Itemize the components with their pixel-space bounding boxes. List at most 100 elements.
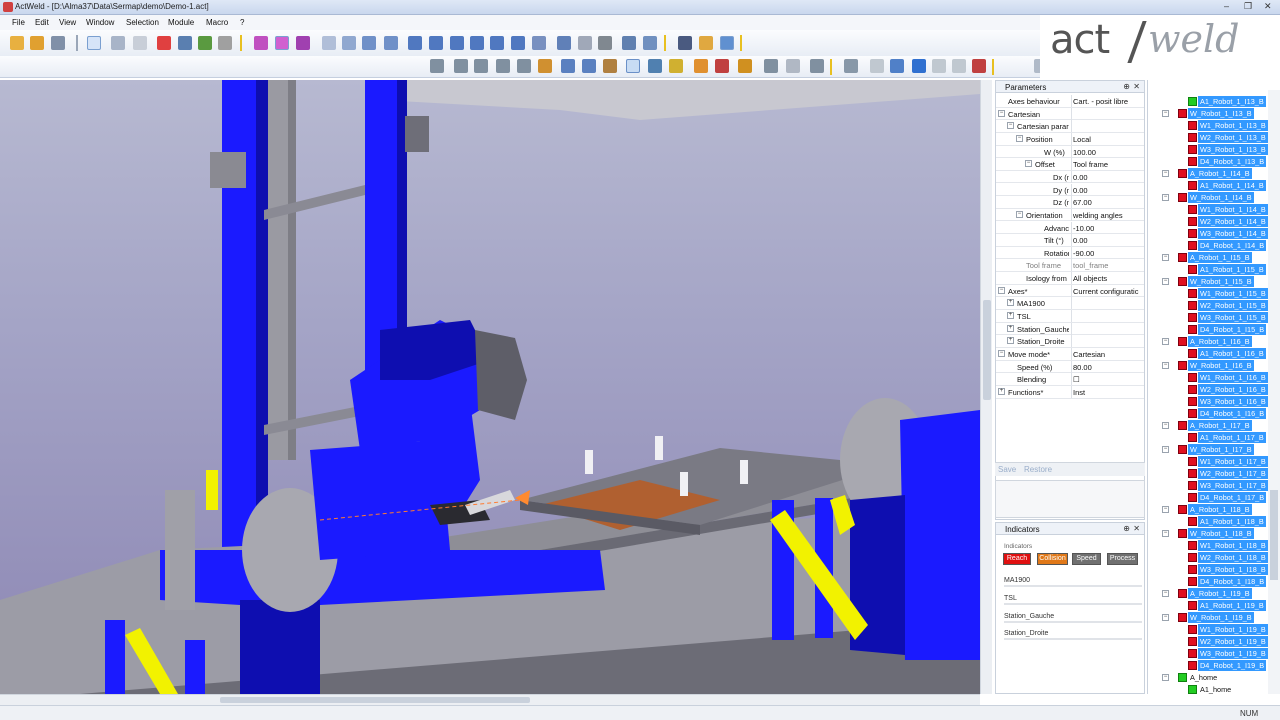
render-mode-icon[interactable] <box>254 36 268 50</box>
save-button[interactable]: Save <box>998 465 1016 474</box>
tree-node-label[interactable]: A1_Robot_1_I18_B <box>1198 516 1266 527</box>
expand-icon[interactable]: + <box>1007 312 1014 320</box>
collapse-icon[interactable]: − <box>1162 362 1169 369</box>
tree-node-label[interactable]: W3_Robot_1_I16_B <box>1198 396 1268 407</box>
parameter-value[interactable]: 0.00 <box>1073 236 1143 245</box>
parameter-row[interactable]: + Functions* Inst <box>996 385 1144 399</box>
tree-node-label[interactable]: W2_Robot_1_I19_B <box>1198 636 1268 647</box>
collapse-icon[interactable]: − <box>1162 278 1169 285</box>
parameter-value[interactable]: 0.00 <box>1073 186 1143 195</box>
collapse-icon[interactable]: − <box>1162 254 1169 261</box>
tree-node[interactable]: A1_home <box>1148 684 1273 694</box>
view-right-icon[interactable] <box>470 36 484 50</box>
view-bottom-icon[interactable] <box>511 36 525 50</box>
collapse-icon[interactable]: − <box>1162 446 1169 453</box>
shading-icon[interactable] <box>275 36 289 50</box>
tree-node[interactable]: A1_Robot_1_I19_B <box>1148 600 1273 611</box>
parameter-value[interactable]: Inst <box>1073 388 1143 397</box>
pan-icon[interactable] <box>342 36 356 50</box>
select-arrow-icon[interactable] <box>87 36 101 50</box>
tree-node-label[interactable]: W3_Robot_1_I13_B <box>1198 144 1268 155</box>
parameter-value[interactable]: Cart. - posit libre <box>1073 97 1143 106</box>
tree-node-label[interactable]: W3_Robot_1_I15_B <box>1198 312 1268 323</box>
parameter-row[interactable]: Tool frame tool_frame <box>996 259 1144 273</box>
menu-view[interactable]: View <box>59 18 76 27</box>
parameter-value[interactable]: -10.00 <box>1073 224 1143 233</box>
menu-module[interactable]: Module <box>168 18 194 27</box>
tree-node[interactable]: − A_Robot_1_I16_B <box>1148 336 1273 347</box>
parameter-value[interactable]: tool_frame <box>1073 261 1143 270</box>
tree-node-label[interactable]: A1_Robot_1_I13_B <box>1198 96 1266 107</box>
close-button[interactable]: ✕ <box>1264 1 1272 12</box>
tree-node[interactable]: A1_Robot_1_I17_B <box>1148 432 1273 443</box>
view-back-icon[interactable] <box>429 36 443 50</box>
tree-node-label[interactable]: W2_Robot_1_I15_B <box>1198 300 1268 311</box>
tree-node[interactable]: W3_Robot_1_I18_B <box>1148 564 1273 575</box>
parameter-row[interactable]: − Cartesian parar <box>996 120 1144 133</box>
tree-node[interactable]: − A_Robot_1_I14_B <box>1148 168 1273 179</box>
collapse-icon[interactable]: − <box>1162 110 1169 117</box>
insert-point-icon[interactable] <box>496 59 510 73</box>
tree-node-label[interactable]: A_Robot_1_I17_B <box>1188 420 1252 431</box>
tree-node[interactable]: A1_Robot_1_I13_B <box>1148 96 1273 107</box>
collapse-icon[interactable]: − <box>1162 530 1169 537</box>
step-icon[interactable] <box>952 59 966 73</box>
menu-file[interactable]: File <box>12 18 25 27</box>
close-icon[interactable]: ✕ <box>1133 524 1140 533</box>
tree-node-label[interactable]: W_Robot_1_I15_B <box>1188 276 1254 287</box>
move-point-icon[interactable] <box>517 59 531 73</box>
parameter-row[interactable]: Blending ☐ <box>996 373 1144 386</box>
collapse-icon[interactable]: − <box>1162 422 1169 429</box>
view-top-icon[interactable] <box>490 36 504 50</box>
indent-icon[interactable] <box>474 59 488 73</box>
tree-node-label[interactable]: A1_home <box>1198 684 1233 694</box>
tree-node-label[interactable]: W1_Robot_1_I19_B <box>1198 624 1268 635</box>
align-icon[interactable] <box>764 59 778 73</box>
parameter-row[interactable]: Advance (-10.00 <box>996 221 1144 235</box>
grid-icon[interactable] <box>720 36 734 50</box>
tree-node[interactable]: D4_Robot_1_I19_B <box>1148 660 1273 671</box>
tree-node-label[interactable]: D4_Robot_1_I17_B <box>1198 492 1267 503</box>
tree-node[interactable]: − W_Robot_1_I15_B <box>1148 276 1273 287</box>
restore-button[interactable]: Restore <box>1024 465 1052 474</box>
tree-node-label[interactable]: D4_Robot_1_I13_B <box>1198 156 1267 167</box>
tree-node[interactable]: − A_Robot_1_I19_B <box>1148 588 1273 599</box>
zoom-window-icon[interactable] <box>578 36 592 50</box>
parameter-row[interactable]: + TSL <box>996 310 1144 323</box>
tree-node[interactable]: D4_Robot_1_I13_B <box>1148 156 1273 167</box>
parameter-row[interactable]: Dy (mm 0.00 <box>996 183 1144 197</box>
tree-node-label[interactable]: W2_Robot_1_I13_B <box>1198 132 1268 143</box>
scroll-thumb[interactable] <box>220 697 530 703</box>
tree-node-label[interactable]: W3_Robot_1_I14_B <box>1198 228 1268 239</box>
undo-icon[interactable] <box>111 36 125 50</box>
tree-node-label[interactable]: A1_Robot_1_I16_B <box>1198 348 1266 359</box>
parameter-row[interactable]: Dx (mm 0.00 <box>996 170 1144 184</box>
outline-icon[interactable] <box>454 59 468 73</box>
zoom-out-icon[interactable] <box>384 36 398 50</box>
tree-node[interactable]: − W_Robot_1_I13_B <box>1148 108 1273 119</box>
tree-node-label[interactable]: D4_Robot_1_I16_B <box>1198 408 1267 419</box>
tree-node-label[interactable]: W2_Robot_1_I14_B <box>1198 216 1268 227</box>
parameter-value[interactable]: Local <box>1073 135 1143 144</box>
tree-node-label[interactable]: W_Robot_1_I13_B <box>1188 108 1254 119</box>
parameter-row[interactable]: − Offset Tool frame <box>996 158 1144 171</box>
parameter-value[interactable]: Cartesian <box>1073 350 1143 359</box>
tree-node-label[interactable]: A1_Robot_1_I15_B <box>1198 264 1266 275</box>
open-folder-icon[interactable] <box>30 36 44 50</box>
tree-node-label[interactable]: W3_Robot_1_I17_B <box>1198 480 1268 491</box>
tree-node-label[interactable]: W_Robot_1_I19_B <box>1188 612 1254 623</box>
collapse-icon[interactable]: − <box>1162 506 1169 513</box>
tree-node-label[interactable]: D4_Robot_1_I18_B <box>1198 576 1267 587</box>
tree-node[interactable]: W2_Robot_1_I15_B <box>1148 300 1273 311</box>
material-icon[interactable] <box>699 36 713 50</box>
parameter-value[interactable]: ☐ <box>1073 375 1143 384</box>
parameter-value[interactable]: 100.00 <box>1073 148 1143 157</box>
tool-icon[interactable] <box>669 59 683 73</box>
tree-node[interactable]: W3_Robot_1_I13_B <box>1148 144 1273 155</box>
tree-node[interactable]: − A_Robot_1_I17_B <box>1148 420 1273 431</box>
previous-icon[interactable] <box>561 59 575 73</box>
tree-node[interactable]: − W_Robot_1_I19_B <box>1148 612 1273 623</box>
tree-node[interactable]: W1_Robot_1_I19_B <box>1148 624 1273 635</box>
collapse-icon[interactable]: − <box>1162 194 1169 201</box>
parameter-row[interactable]: Isology from All objects <box>996 272 1144 285</box>
